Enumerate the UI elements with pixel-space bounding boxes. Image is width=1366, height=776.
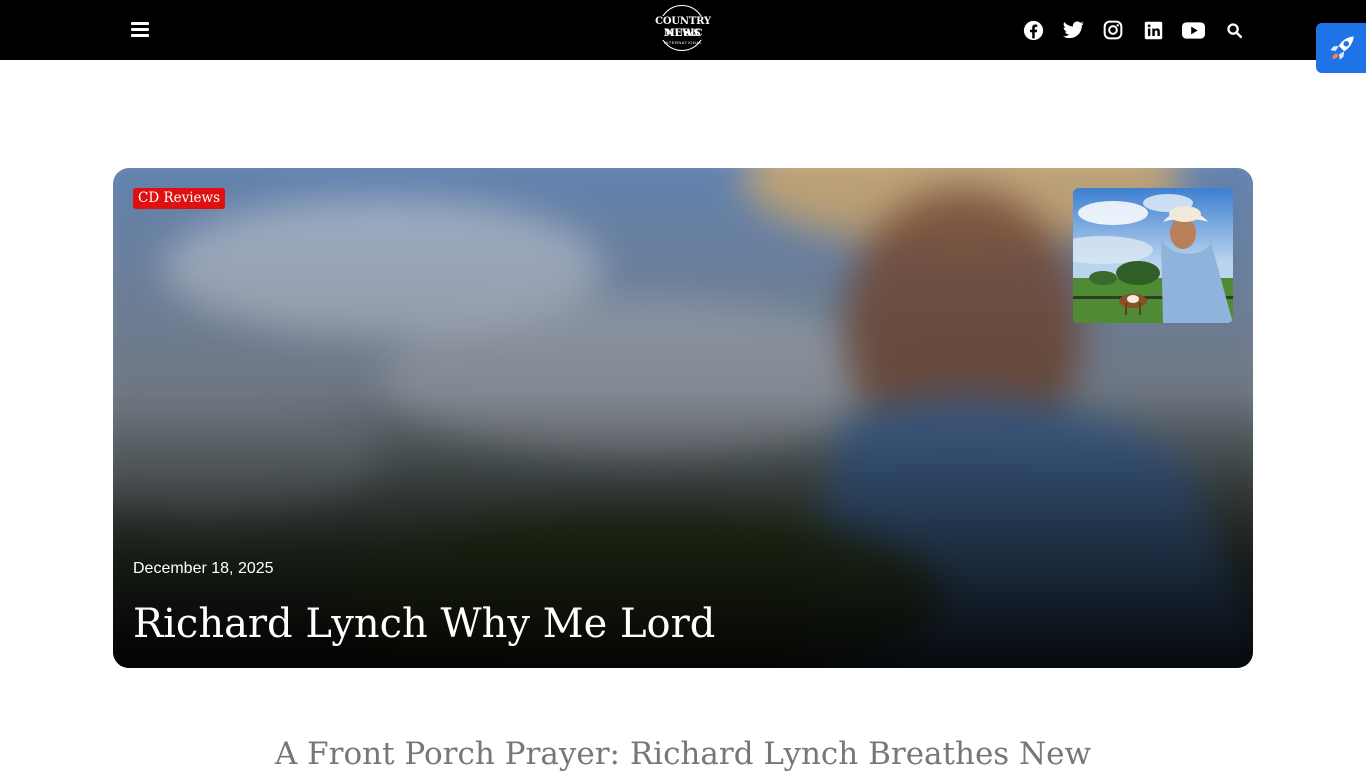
instagram-icon[interactable] [1101, 18, 1125, 42]
rocket-icon [1330, 36, 1354, 60]
top-navigation-bar: COUNTRY MUSIC NEWS INTERNATIONAL [0, 0, 1366, 60]
post-title[interactable]: Richard Lynch Why Me Lord [133, 598, 715, 650]
search-icon[interactable] [1222, 18, 1246, 42]
twitter-icon[interactable] [1061, 18, 1085, 42]
rocket-launch-button[interactable] [1316, 23, 1366, 73]
featured-post-card[interactable]: CD Reviews December 18, 2025 Richard Lyn… [113, 168, 1253, 668]
category-badge[interactable]: CD Reviews [133, 188, 226, 209]
youtube-icon[interactable] [1180, 18, 1206, 42]
article-subheading: A Front Porch Prayer: Richard Lynch Brea… [274, 736, 1092, 772]
post-thumbnail[interactable] [1073, 188, 1233, 323]
linkedin-icon[interactable] [1141, 18, 1165, 42]
logo-line-3: INTERNATIONAL [663, 40, 703, 45]
thumbnail-image [1073, 188, 1233, 323]
post-date: December 18, 2025 [133, 560, 274, 577]
logo-line-2: NEWS [665, 28, 701, 39]
hamburger-menu-icon[interactable] [128, 18, 152, 42]
facebook-icon[interactable] [1021, 18, 1045, 42]
site-logo[interactable]: COUNTRY MUSIC NEWS INTERNATIONAL [636, 5, 730, 55]
